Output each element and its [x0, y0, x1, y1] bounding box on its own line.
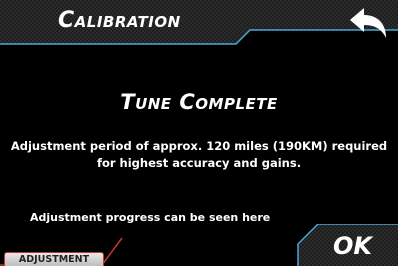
page-title: Calibration: [58, 8, 181, 33]
ok-button[interactable]: OK: [333, 232, 372, 260]
adjustment-hint: Adjustment progress can be seen here: [30, 211, 271, 224]
adjustment-tab[interactable]: ADJUSTMENT: [4, 252, 104, 266]
footer-bar: ADJUSTMENT OK: [0, 224, 398, 266]
tune-complete-heading: Tune Complete: [120, 90, 278, 114]
header-bar: Calibration: [0, 0, 398, 46]
calibration-screen: Calibration Tune Complete Adjustment per…: [0, 0, 398, 266]
back-button[interactable]: [346, 6, 390, 40]
adjustment-message: Adjustment period of approx. 120 miles (…: [10, 139, 388, 170]
back-arrow-icon: [350, 8, 386, 38]
